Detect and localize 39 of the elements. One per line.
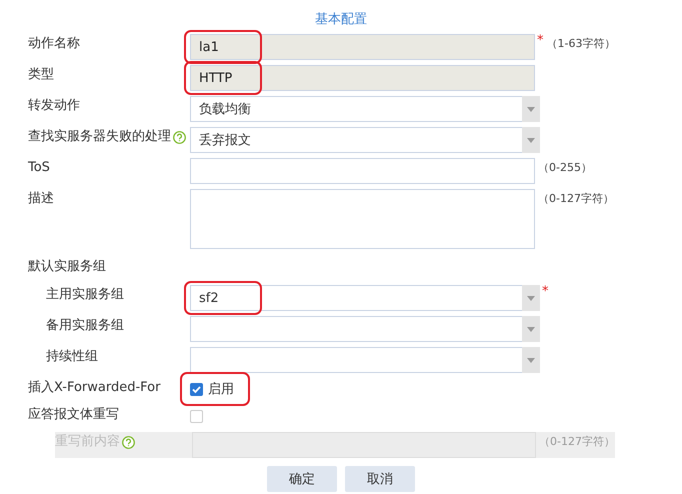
field-label: 动作名称 [28, 35, 80, 53]
field-label: 转发动作 [28, 97, 80, 115]
checkbox[interactable] [190, 382, 203, 396]
dropdown-field[interactable]: 丢弃报文 [190, 127, 540, 153]
field-label: 类型 [28, 66, 54, 84]
hint-text: （0-127字符） [538, 191, 614, 207]
field-label: 备用实服务组 [46, 317, 124, 335]
dialog-button[interactable]: 确定 [267, 466, 337, 492]
hint-text: （1-63字符） [546, 36, 616, 52]
field-label: 应答报文体重写 [28, 406, 119, 424]
text-field[interactable]: HTTP [190, 65, 535, 91]
text-field[interactable]: la1 [190, 34, 535, 60]
dropdown-field[interactable]: 负载均衡 [190, 96, 540, 122]
field-label: 描述 [28, 190, 54, 208]
field-label: 插入X-Forwarded-For [28, 379, 160, 397]
required-mark: * [537, 34, 544, 48]
field-label: 持续性组 [46, 348, 98, 366]
required-mark: * [542, 285, 548, 299]
dialog-button[interactable]: 取消 [345, 466, 415, 492]
textarea-field[interactable] [190, 189, 535, 249]
dropdown-field[interactable] [190, 316, 540, 342]
hint-text: （0-127字符） [539, 434, 615, 450]
field-label: 查找实服务器失败的处理 [28, 128, 171, 146]
input-field[interactable] [190, 158, 535, 184]
dropdown-arrow-icon[interactable] [527, 138, 535, 142]
section-title: 基本配置 [314, 11, 368, 29]
dropdown-arrow-icon[interactable] [527, 326, 535, 332]
checkbox-label: 启用 [208, 381, 234, 398]
dropdown-arrow-icon[interactable] [527, 358, 535, 362]
dropdown-field[interactable] [190, 347, 540, 373]
field-label: ToS [28, 159, 50, 177]
hint-text: （0-255） [538, 160, 592, 176]
help-icon[interactable] [173, 130, 186, 144]
dropdown-arrow-icon[interactable] [527, 296, 535, 300]
checkbox[interactable] [190, 410, 203, 422]
dropdown-field[interactable]: sf2 [190, 285, 540, 311]
group-heading: 默认实服务组 [28, 258, 106, 276]
dropdown-arrow-icon[interactable] [527, 106, 535, 112]
field-label: 主用实服务组 [46, 286, 124, 304]
